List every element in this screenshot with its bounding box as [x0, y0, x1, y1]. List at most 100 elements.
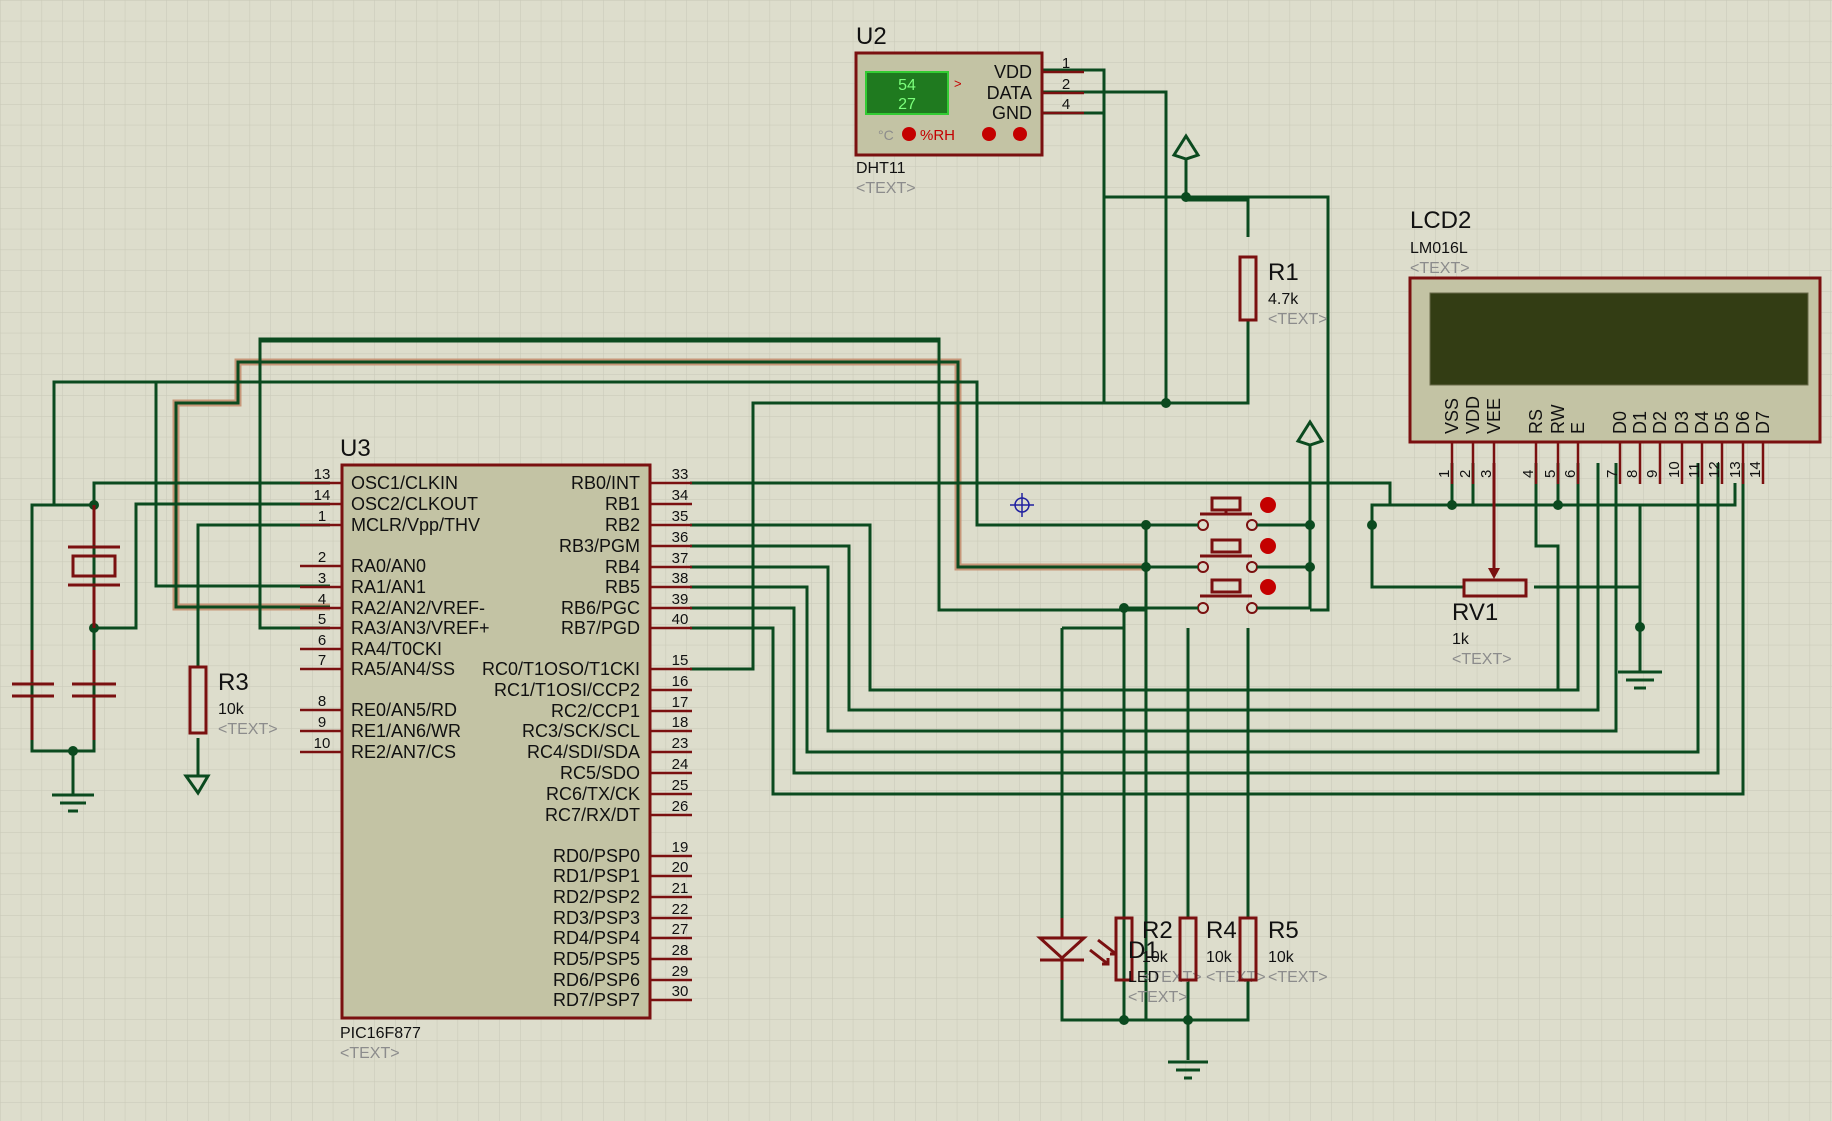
mcu-pin-label: RD1/PSP1	[553, 866, 640, 886]
mcu-pin-label: RC5/SDO	[560, 763, 640, 783]
mcu-pin-number: 2	[318, 549, 326, 566]
mcu-pin-number: 30	[672, 983, 689, 1000]
lcd-pin-number: 9	[1644, 470, 1661, 478]
mcu-pin-number: 39	[672, 591, 689, 608]
sensor-pin-number: 1	[1062, 55, 1070, 72]
mcu-pin-label: OSC1/CLKIN	[351, 473, 458, 493]
mcu-ref: U3	[340, 435, 371, 462]
mcu-pin-label: RA1/AN1	[351, 577, 426, 597]
button-icon[interactable]	[982, 127, 996, 141]
mcu-pin-label: RD0/PSP0	[553, 846, 640, 866]
mcu-pin-label: RB6/PGC	[561, 598, 640, 618]
d1-ref: D1	[1128, 937, 1159, 964]
mcu-pin-number: 1	[318, 508, 326, 525]
lcd-pin-label: D3	[1672, 411, 1692, 434]
mcu-pin-label: RC4/SDI/SDA	[527, 742, 640, 762]
mcu-pin-number: 36	[672, 529, 689, 546]
mcu-pin-number: 25	[672, 777, 689, 794]
mcu-pin-number: 3	[318, 570, 326, 587]
mcu-pin-label: RE2/AN7/CS	[351, 742, 456, 762]
mcu-pin-number: 13	[314, 466, 331, 483]
mcu-pin-number: 34	[672, 487, 689, 504]
d1-text: <TEXT>	[1128, 989, 1188, 1006]
sensor-pin-label: GND	[992, 103, 1032, 123]
lcd-pin-number: 12	[1706, 461, 1723, 478]
mcu-pin-label: RB3/PGM	[559, 536, 640, 556]
mcu-u3[interactable]: U3 13 OSC1/CLKIN 14 OSC2/CLKOUT 1 MCLR/Vpp/TH…	[300, 435, 692, 1062]
mcu-pin-label: MCLR/Vpp/THV	[351, 515, 480, 535]
mcu-pin-number: 23	[672, 735, 689, 752]
lcd-pin-number: 7	[1604, 470, 1621, 478]
mcu-text-placeholder: <TEXT>	[340, 1045, 400, 1062]
lcd-pin-label: VEE	[1484, 398, 1504, 434]
rv1-ref: RV1	[1452, 599, 1498, 626]
button-icon[interactable]	[1013, 127, 1027, 141]
mcu-pin-number: 18	[672, 714, 689, 731]
sensor-pin-number: 2	[1062, 76, 1070, 93]
r5-ref: R5	[1268, 917, 1299, 944]
rv1-text: <TEXT>	[1452, 651, 1512, 668]
mcu-pin-number: 37	[672, 550, 689, 567]
lcd-pin-label: D1	[1630, 411, 1650, 434]
button-icon[interactable]	[902, 127, 916, 141]
mcu-pin-number: 24	[672, 756, 689, 773]
mcu-pin-label: RC2/CCP1	[551, 701, 640, 721]
lcd-pin-label: D4	[1692, 411, 1712, 434]
sensor-text: <TEXT>	[856, 180, 916, 197]
sensor-ref: U2	[856, 23, 887, 50]
mcu-pin-label: RB4	[605, 557, 640, 577]
sensor-pin-label: VDD	[994, 62, 1032, 82]
mcu-pin-label: RB1	[605, 494, 640, 514]
lcd-pin-number: 2	[1457, 470, 1474, 478]
r1-ref: R1	[1268, 259, 1299, 286]
mcu-pin-number: 5	[318, 611, 326, 628]
lcd-pin-label: D5	[1712, 411, 1732, 434]
mcu-pin-label: RC1/T1OSI/CCP2	[494, 680, 640, 700]
lcd-pin-label: E	[1568, 422, 1588, 434]
mcu-pin-label: RB0/INT	[571, 473, 640, 493]
mcu-pin-number: 33	[672, 466, 689, 483]
mcu-pin-number: 40	[672, 611, 689, 628]
lcd-pin-label: RW	[1548, 404, 1568, 434]
mcu-pin-label: RA5/AN4/SS	[351, 659, 455, 679]
r5-text: <TEXT>	[1268, 969, 1328, 986]
lcd-pin-label: VDD	[1463, 396, 1483, 434]
r5-value: 10k	[1268, 949, 1295, 966]
mcu-pin-number: 17	[672, 694, 689, 711]
mcu-pin-number: 9	[318, 714, 326, 731]
mcu-pin-number: 38	[672, 570, 689, 587]
mcu-pin-label: RD3/PSP3	[553, 908, 640, 928]
lcd-pin-label: D2	[1650, 411, 1670, 434]
mcu-pin-number: 28	[672, 942, 689, 959]
lcd-pin-number: 3	[1478, 470, 1495, 478]
sensor-pin-label: DATA	[987, 83, 1032, 103]
r3-ref: R3	[218, 669, 249, 696]
mcu-pin-label: RA0/AN0	[351, 556, 426, 576]
lcd-pin-label: D0	[1610, 411, 1630, 434]
lcd-pin-number: 1	[1436, 470, 1453, 478]
lcd-screen	[1429, 292, 1809, 386]
mcu-pin-label: RD7/PSP7	[553, 990, 640, 1010]
lcd-pin-label: RS	[1526, 409, 1546, 434]
d1-value: LED	[1128, 969, 1159, 986]
mcu-pin-label: RC6/TX/CK	[546, 784, 640, 804]
mcu-pin-number: 10	[314, 735, 331, 752]
mcu-pin-number: 4	[318, 591, 326, 608]
sensor-humidity: 54	[898, 77, 916, 94]
schematic-canvas[interactable]: U3 13 OSC1/CLKIN14 OSC2/CLKOUT1 MCLR/Vpp/TH…	[0, 0, 1832, 1121]
mcu-pin-number: 7	[318, 652, 326, 669]
mcu-pin-label: RB7/PGD	[561, 618, 640, 638]
sensor-arrow: >	[954, 76, 962, 91]
mcu-pin-number: 21	[672, 880, 689, 897]
mcu-pin-label: RA3/AN3/VREF+	[351, 618, 490, 638]
r4-ref: R4	[1206, 917, 1237, 944]
r1-text: <TEXT>	[1268, 311, 1328, 328]
mcu-pin-label: RC3/SCK/SCL	[522, 721, 640, 741]
mcu-pin-number: 16	[672, 673, 689, 690]
lcd-part: LM016L	[1410, 240, 1468, 257]
lcd-pin-number: 8	[1624, 470, 1641, 478]
mcu-part: PIC16F877	[340, 1025, 421, 1042]
lcd-pin-label: D7	[1753, 411, 1773, 434]
lcd-pin-number: 4	[1520, 470, 1537, 478]
mcu-pin-label: RA4/T0CKI	[351, 639, 442, 659]
